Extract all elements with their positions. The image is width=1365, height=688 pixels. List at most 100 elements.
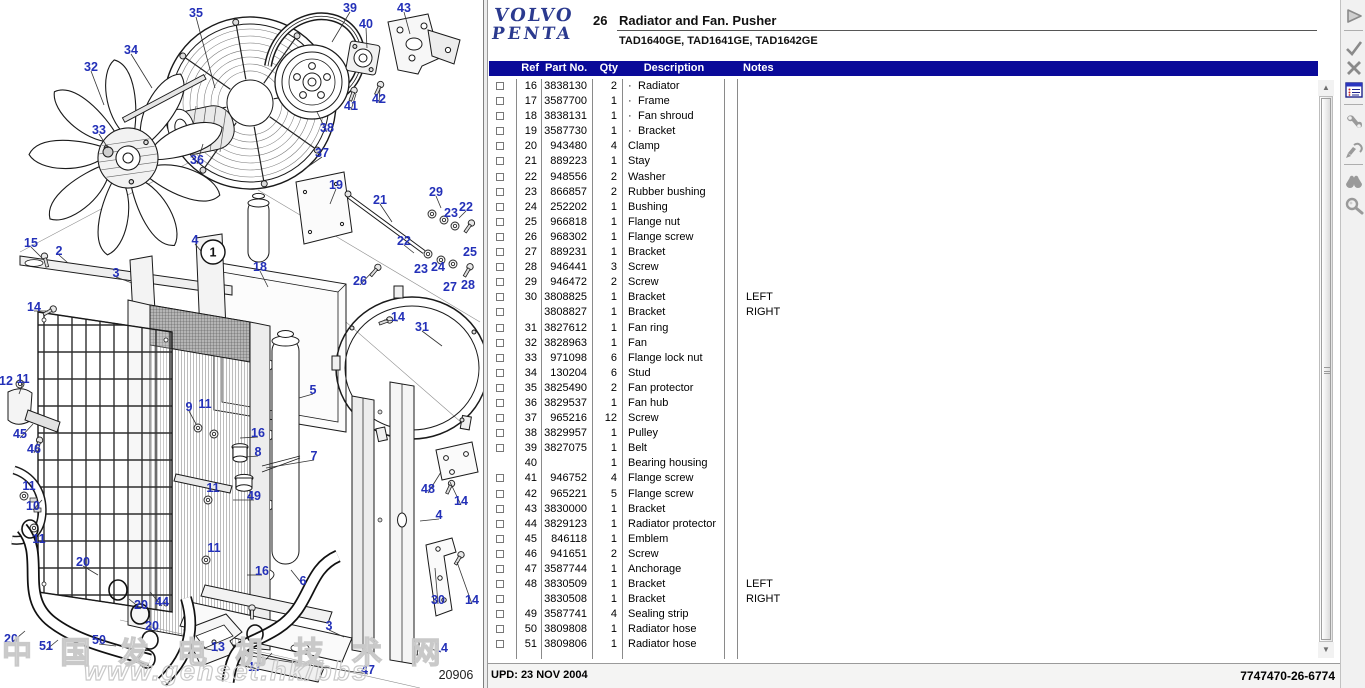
row-checkbox[interactable] xyxy=(496,203,504,211)
row-checkbox[interactable] xyxy=(496,610,504,618)
table-row[interactable]: 469416512Screw xyxy=(489,547,1318,562)
table-row[interactable]: 299464722Screw xyxy=(489,275,1318,290)
table-row[interactable]: 419467524Flange screw xyxy=(489,471,1318,486)
table-row[interactable]: 38088271BracketRIGHT xyxy=(489,305,1318,320)
row-checkbox[interactable] xyxy=(496,142,504,150)
table-row[interactable]: 4338300001Bracket xyxy=(489,502,1318,517)
cancel-x-icon[interactable] xyxy=(1344,58,1364,78)
table-row[interactable]: 289464413Screw xyxy=(489,260,1318,275)
notes-cell xyxy=(738,321,1318,336)
scroll-up-button[interactable]: ▲ xyxy=(1318,80,1334,96)
table-row[interactable]: 259668181Flange nut xyxy=(489,215,1318,230)
row-checkbox[interactable] xyxy=(496,233,504,241)
scroll-down-button[interactable]: ▼ xyxy=(1318,642,1334,658)
table-row[interactable]: 401Bearing housing xyxy=(489,456,1318,471)
table-row[interactable]: 3038088251BracketLEFT xyxy=(489,290,1318,305)
qty-cell: 1 xyxy=(593,336,623,351)
row-checkbox[interactable] xyxy=(496,444,504,452)
row-checkbox[interactable] xyxy=(496,339,504,347)
row-checkbox[interactable] xyxy=(496,490,504,498)
table-row[interactable]: 3638295371Fan hub xyxy=(489,396,1318,411)
row-checkbox[interactable] xyxy=(496,354,504,362)
row-checkbox[interactable] xyxy=(496,565,504,573)
part-no-cell: 3827612 xyxy=(542,321,593,336)
qty-cell: 1 xyxy=(593,532,623,547)
qty-cell: 1 xyxy=(593,215,623,230)
description-cell: Stud xyxy=(623,366,725,381)
table-row[interactable]: 4838305091BracketLEFT xyxy=(489,577,1318,592)
parts-list-window-icon[interactable] xyxy=(1344,80,1364,100)
row-checkbox[interactable] xyxy=(496,293,504,301)
table-row[interactable]: 4735877441Anchorage xyxy=(489,562,1318,577)
row-checkbox[interactable] xyxy=(496,595,504,603)
table-row[interactable]: 458461181Emblem xyxy=(489,532,1318,547)
callout-number: 36 xyxy=(190,153,204,167)
table-row[interactable]: 3238289631Fan xyxy=(489,336,1318,351)
table-row[interactable]: 209434804Clamp xyxy=(489,139,1318,154)
table-row[interactable]: 218892231Stay xyxy=(489,154,1318,169)
row-checkbox[interactable] xyxy=(496,112,504,120)
table-row[interactable]: 3838299571Pulley xyxy=(489,426,1318,441)
accept-check-icon[interactable] xyxy=(1344,38,1364,58)
zoom-search-icon[interactable] xyxy=(1344,196,1364,216)
table-row[interactable]: 229485562Washer xyxy=(489,170,1318,185)
scroll-thumb-grip xyxy=(1324,367,1330,374)
table-row[interactable]: 238668572Rubber bushing xyxy=(489,185,1318,200)
table-row[interactable]: 429652215Flange screw xyxy=(489,487,1318,502)
table-row[interactable]: 339710986Flange lock nut xyxy=(489,351,1318,366)
row-checkbox[interactable] xyxy=(496,278,504,286)
table-row[interactable]: 5138098061Radiator hose xyxy=(489,637,1318,652)
row-checkbox[interactable] xyxy=(496,550,504,558)
table-row[interactable]: 3938270751Belt xyxy=(489,441,1318,456)
row-checkbox[interactable] xyxy=(496,414,504,422)
table-row[interactable]: 242522021Bushing xyxy=(489,200,1318,215)
table-row[interactable]: 278892311Bracket xyxy=(489,245,1318,260)
row-checkbox[interactable] xyxy=(496,248,504,256)
table-row[interactable]: 3538254902Fan protector xyxy=(489,381,1318,396)
row-checkbox[interactable] xyxy=(496,520,504,528)
table-row[interactable]: 1735877001·Frame xyxy=(489,94,1318,109)
row-checkbox[interactable] xyxy=(496,640,504,648)
table-row[interactable]: 1838381311·Fan shroud xyxy=(489,109,1318,124)
continue-arrow-icon[interactable] xyxy=(1344,6,1364,26)
row-checkbox[interactable] xyxy=(496,505,504,513)
row-checkbox[interactable] xyxy=(496,535,504,543)
row-checkbox[interactable] xyxy=(496,127,504,135)
part-no-cell: 3808825 xyxy=(542,290,593,305)
row-checkbox[interactable] xyxy=(496,173,504,181)
table-row[interactable]: 5038098081Radiator hose xyxy=(489,622,1318,637)
ref-cell: 19 xyxy=(517,124,542,139)
row-checkbox[interactable] xyxy=(496,474,504,482)
row-checkbox[interactable] xyxy=(496,580,504,588)
row-checkbox[interactable] xyxy=(496,324,504,332)
table-row[interactable]: 4438291231Radiator protector xyxy=(489,517,1318,532)
vertical-scrollbar[interactable]: ▲ ▼ xyxy=(1318,78,1334,660)
table-row[interactable]: 269683021Flange screw xyxy=(489,230,1318,245)
row-checkbox[interactable] xyxy=(496,625,504,633)
binoculars-icon[interactable] xyxy=(1344,172,1364,192)
table-row[interactable]: 1935877301·Bracket xyxy=(489,124,1318,139)
row-checkbox[interactable] xyxy=(496,157,504,165)
qty-cell: 4 xyxy=(593,139,623,154)
scroll-track[interactable] xyxy=(1319,96,1333,642)
table-row[interactable]: 1638381302·Radiator xyxy=(489,79,1318,94)
service-tools-icon[interactable] xyxy=(1344,112,1364,132)
row-checkbox[interactable] xyxy=(496,384,504,392)
fitting-icon[interactable] xyxy=(1344,140,1364,160)
table-row[interactable]: 3796521612Screw xyxy=(489,411,1318,426)
row-checkbox[interactable] xyxy=(496,82,504,90)
row-checkbox[interactable] xyxy=(496,369,504,377)
table-row[interactable]: 341302046Stud xyxy=(489,366,1318,381)
part-no-cell: 3829957 xyxy=(542,426,593,441)
table-row[interactable]: 3138276121Fan ring xyxy=(489,321,1318,336)
row-checkbox[interactable] xyxy=(496,399,504,407)
row-checkbox[interactable] xyxy=(496,97,504,105)
row-checkbox[interactable] xyxy=(496,263,504,271)
row-checkbox[interactable] xyxy=(496,429,504,437)
table-row[interactable]: 38305081BracketRIGHT xyxy=(489,592,1318,607)
row-checkbox[interactable] xyxy=(496,188,504,196)
row-checkbox[interactable] xyxy=(496,218,504,226)
row-checkbox[interactable] xyxy=(496,308,504,316)
table-row[interactable]: 4935877414Sealing strip xyxy=(489,607,1318,622)
scroll-thumb[interactable] xyxy=(1321,98,1331,640)
